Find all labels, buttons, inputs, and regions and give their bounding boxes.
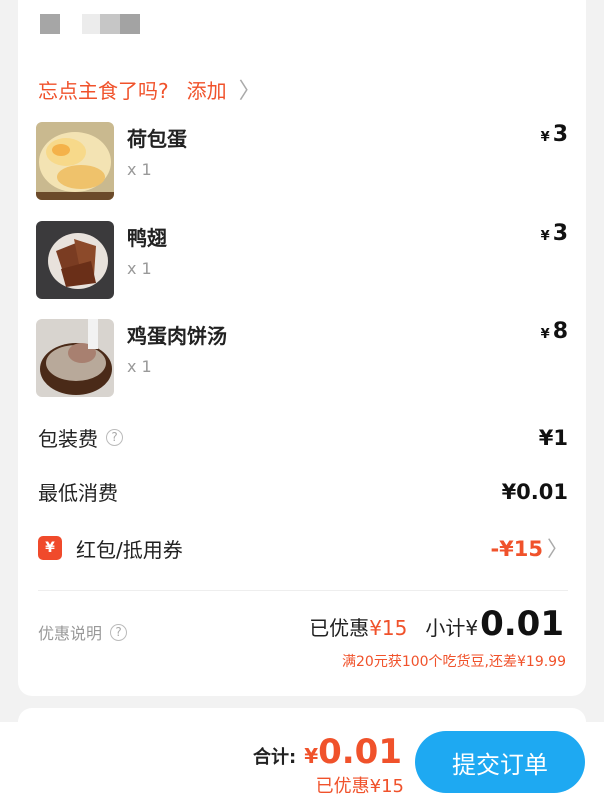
promo-text: 忘点主食了吗?	[38, 78, 169, 103]
currency-symbol: ¥	[540, 229, 550, 244]
blurred-shop-name	[40, 14, 140, 34]
item-image-soup	[36, 319, 114, 397]
minimum-charge-label: 最低消费	[38, 481, 118, 505]
packaging-fee-row: 包装费 ? ¥1	[38, 423, 568, 452]
discount-explanation-label: 优惠说明	[38, 624, 103, 643]
item-name: 鸡蛋肉饼汤	[127, 324, 227, 348]
item-quantity: x 1	[127, 259, 152, 278]
item-image-duck-wings	[36, 221, 114, 299]
divider	[38, 590, 568, 591]
order-item: 鸭翅 x 1 ¥3	[36, 221, 568, 301]
saved-label: 已优惠	[309, 616, 370, 640]
help-icon[interactable]: ?	[110, 623, 128, 641]
subtotal-label: 小计¥	[425, 616, 479, 640]
item-price: ¥3	[541, 221, 568, 246]
redpack-icon: ¥	[38, 536, 62, 560]
total-value: 0.01	[318, 732, 402, 772]
redpack-value: -¥15	[490, 537, 543, 561]
redpack-label: 红包/抵用券	[76, 537, 183, 562]
order-card: 忘点主食了吗? 添加 〉 荷包蛋 x 1 ¥3 鸭翅 x 1 ¥ 3 鸡蛋肉饼汤…	[18, 0, 586, 696]
subtotal-summary: 已优惠 ¥15 小计¥ 0.01	[309, 604, 564, 644]
item-image-fried-egg	[36, 122, 114, 200]
total-saved: 已优惠¥15	[315, 776, 404, 797]
submit-order-button[interactable]: 提交订单	[415, 731, 585, 793]
saved-amount: ¥15	[369, 616, 408, 640]
item-price: ¥3	[541, 122, 568, 147]
currency-symbol: ¥	[540, 327, 550, 342]
packaging-fee-value: ¥1	[538, 425, 568, 450]
price-value: 3	[552, 221, 568, 246]
item-price: ¥8	[541, 319, 568, 344]
chevron-right-icon: 〉	[547, 537, 568, 561]
redpack-voucher-row[interactable]: ¥ 红包/抵用券 -¥15 〉	[38, 533, 568, 563]
total-currency: ¥	[304, 744, 319, 768]
staple-food-prompt[interactable]: 忘点主食了吗? 添加 〉	[38, 73, 261, 105]
price-value: 3	[552, 122, 568, 147]
order-item: 荷包蛋 x 1 ¥3	[36, 122, 568, 202]
item-quantity: x 1	[127, 160, 152, 179]
packaging-fee-label: 包装费	[38, 427, 98, 451]
minimum-charge-row: 最低消费 ¥0.01	[38, 477, 568, 506]
help-icon[interactable]: ?	[106, 429, 123, 446]
item-name: 鸭翅	[127, 226, 167, 250]
minimum-charge-value: ¥0.01	[501, 479, 568, 504]
discount-explanation[interactable]: 优惠说明 ?	[38, 620, 128, 644]
beans-reward-note: 满20元获100个吃货豆,还差¥19.99	[342, 654, 566, 670]
item-name: 荷包蛋	[127, 127, 187, 151]
item-quantity: x 1	[127, 357, 152, 376]
order-item: 鸡蛋肉饼汤 x 1 ¥8	[36, 319, 568, 399]
subtotal-value: 0.01	[480, 604, 564, 644]
chevron-right-icon: 〉	[238, 79, 261, 104]
checkout-bar: 合计: ¥ 0.01 已优惠¥15 提交订单	[0, 722, 604, 800]
total-line: 合计: ¥ 0.01	[253, 732, 402, 772]
total-label: 合计:	[252, 747, 297, 768]
currency-symbol: ¥	[540, 130, 550, 145]
add-link[interactable]: 添加	[187, 75, 227, 104]
price-value: 8	[552, 319, 568, 344]
